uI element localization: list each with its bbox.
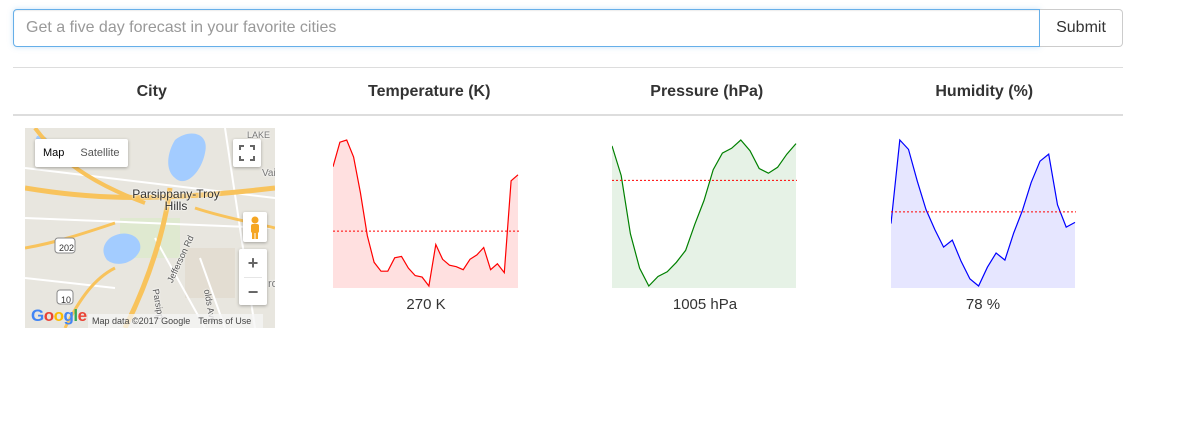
search-form: Submit [13,9,1123,47]
map-edge-label-2: ro [268,278,275,290]
map-edge-label-1: Vai [262,168,275,179]
fullscreen-icon [239,145,255,161]
map-type-satellite-button[interactable]: Satellite [72,139,127,167]
street-view-pegman-button[interactable] [243,212,267,242]
header-temperature: Temperature (K) [368,83,491,100]
header-city: City [136,83,167,100]
zoom-control: + − [239,249,267,305]
terms-of-use-link[interactable]: Terms of Use [198,316,251,326]
place-name-label: Parsippany-Troy Hills [121,188,231,212]
temperature-area [333,140,518,288]
route-10-shield: 10 [61,295,72,305]
city-map[interactable]: 202 10 LAKE Vai ro Jefferson Rd Parsipp … [25,128,275,328]
map-footer: Google Map data ©2017 Google Terms of Use [25,306,275,328]
pegman-icon [251,216,259,239]
google-logo: Google [31,306,87,325]
map-type-toggle: Map Satellite [35,139,128,167]
pressure-value: 1005 hPa [672,296,738,313]
header-humidity: Humidity (%) [935,83,1034,100]
humidity-area [891,140,1075,288]
header-pressure: Pressure (hPa) [650,83,764,100]
table-header: City Temperature (K) Pressure (hPa) Humi… [13,67,1123,116]
city-search-input[interactable] [13,9,1040,47]
map-data-credit: Map data ©2017 Google [92,316,191,326]
forecast-table: City Temperature (K) Pressure (hPa) Humi… [13,67,1123,331]
zoom-in-button[interactable]: + [239,249,267,277]
zoom-out-button[interactable]: − [239,278,267,306]
table-row: 202 10 LAKE Vai ro Jefferson Rd Parsipp … [13,116,1123,331]
humidity-value: 78 % [965,296,1001,313]
route-202-shield: 202 [59,243,75,253]
pressure-area [612,140,796,288]
map-type-map-button[interactable]: Map [35,139,72,167]
fullscreen-button[interactable] [233,139,261,167]
humidity-chart [891,138,1076,288]
pressure-chart [612,139,797,288]
temperature-chart [333,139,519,288]
submit-button[interactable]: Submit [1040,9,1123,47]
map-credit: Map data ©2017 Google Terms of Use [88,314,264,328]
temperature-value: 270 K [406,296,446,313]
place-name-line-2: Hills [164,199,188,213]
